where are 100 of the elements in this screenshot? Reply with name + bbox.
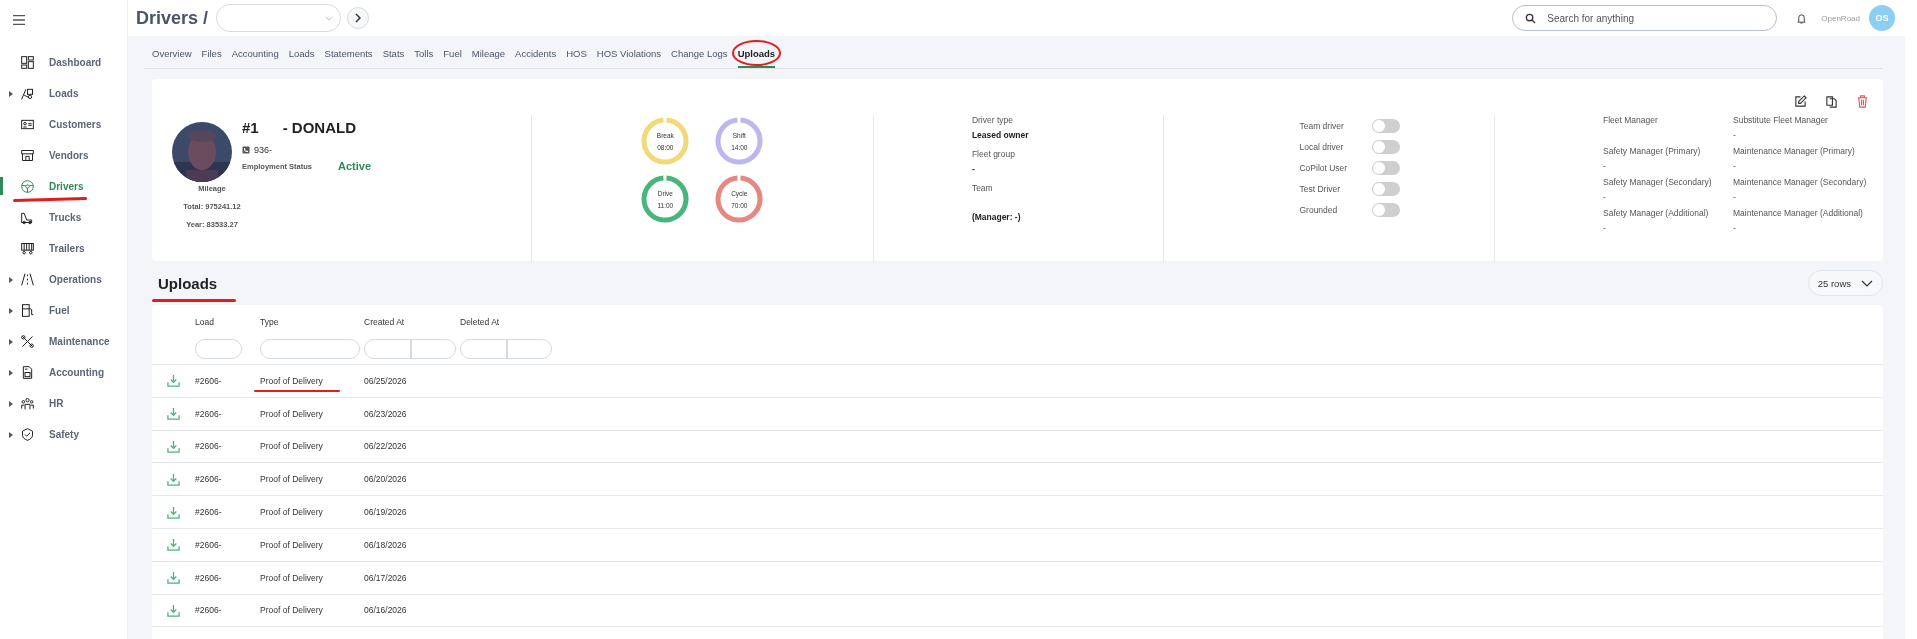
sidebar-item[interactable]: Loads bbox=[49, 88, 79, 99]
table-cell-text: #2606- bbox=[195, 539, 223, 550]
page-title: Drivers / bbox=[136, 7, 209, 29]
road-icon bbox=[20, 272, 35, 287]
table-cell-text: Proof of Delivery bbox=[260, 605, 324, 616]
download-icon[interactable] bbox=[167, 407, 180, 421]
tab[interactable]: Files bbox=[201, 48, 222, 68]
field-label: Fleet group bbox=[971, 149, 1016, 159]
tab[interactable]: Tolls bbox=[414, 48, 434, 68]
field-value: - bbox=[1733, 223, 1737, 233]
tab[interactable]: Uploads bbox=[737, 48, 776, 68]
sidebar-item[interactable]: Vendors bbox=[49, 150, 89, 161]
phone-number: 936- bbox=[254, 145, 272, 155]
filter-field[interactable] bbox=[260, 339, 360, 359]
tools-icon bbox=[20, 334, 35, 349]
status-value: Active bbox=[338, 160, 372, 172]
company-name: OpenRoad bbox=[1821, 13, 1860, 23]
field-label: Team bbox=[971, 183, 994, 193]
table-cell-text: Proof of Delivery bbox=[260, 539, 324, 550]
table-cell-text: #2606- bbox=[195, 375, 223, 386]
table-cell-text: #2606- bbox=[195, 441, 223, 452]
sidebar-item[interactable]: Maintenance bbox=[49, 336, 110, 347]
caret-icon[interactable] bbox=[9, 338, 13, 345]
download-icon[interactable] bbox=[167, 374, 180, 388]
table-cell-text: #2606- bbox=[195, 605, 223, 616]
storefront-icon bbox=[20, 148, 35, 163]
toggle-label: Test Driver bbox=[1299, 183, 1342, 194]
tab[interactable]: HOS bbox=[566, 48, 587, 68]
sidebar-item[interactable]: Customers bbox=[49, 119, 102, 130]
download-icon[interactable] bbox=[167, 440, 180, 453]
tab[interactable]: Accidents bbox=[515, 48, 557, 68]
bell-icon[interactable] bbox=[1796, 12, 1808, 24]
delete-icon[interactable] bbox=[1856, 95, 1869, 108]
sidebar-item[interactable]: Accounting bbox=[49, 367, 104, 378]
field-value: - bbox=[1733, 130, 1737, 140]
column-header: Created At bbox=[364, 317, 406, 327]
filter-field[interactable] bbox=[460, 339, 507, 359]
menu-icon[interactable] bbox=[12, 14, 26, 26]
filter-field[interactable] bbox=[195, 339, 242, 359]
steering-wheel-icon bbox=[20, 179, 35, 194]
tab[interactable]: HOS Violations bbox=[596, 48, 662, 68]
download-icon[interactable] bbox=[167, 505, 180, 519]
tab[interactable]: Statements bbox=[324, 48, 373, 68]
rows-dropdown[interactable]: 25 rows bbox=[1807, 270, 1883, 296]
table-cell-text: Proof of Delivery bbox=[260, 441, 324, 452]
download-icon[interactable] bbox=[167, 571, 180, 585]
caret-icon[interactable] bbox=[9, 431, 13, 438]
tab[interactable]: Stats bbox=[382, 48, 405, 68]
section-title: Uploads bbox=[158, 274, 218, 292]
copy-icon[interactable] bbox=[1825, 95, 1838, 108]
caret-icon[interactable] bbox=[9, 276, 13, 283]
caret-icon[interactable] bbox=[9, 307, 13, 314]
sidebar-item[interactable]: Dashboard bbox=[49, 57, 102, 68]
toggle-switch[interactable] bbox=[1372, 139, 1401, 154]
table-cell-text: #2606- bbox=[195, 474, 223, 485]
sidebar-item[interactable]: Drivers bbox=[49, 181, 84, 192]
caret-icon[interactable] bbox=[9, 400, 13, 407]
table-cell-text: 06/20/2026 bbox=[364, 474, 408, 485]
trailer-icon bbox=[20, 241, 35, 256]
table-cell-text: 06/16/2026 bbox=[364, 605, 408, 616]
filter-field[interactable] bbox=[364, 339, 411, 359]
caret-icon[interactable] bbox=[9, 369, 13, 376]
filter-field[interactable] bbox=[507, 339, 552, 359]
filter-field[interactable] bbox=[411, 339, 456, 359]
toggle-switch[interactable] bbox=[1372, 181, 1401, 196]
tab[interactable]: Loads bbox=[288, 48, 315, 68]
field-value: (Manager: -) bbox=[971, 212, 1022, 222]
sidebar-item[interactable]: Safety bbox=[49, 429, 79, 440]
table-cell-text: 06/25/2026 bbox=[364, 375, 408, 386]
tab[interactable]: Mileage bbox=[471, 48, 506, 68]
sidebar-item[interactable]: Operations bbox=[49, 274, 102, 285]
toggle-switch[interactable] bbox=[1372, 202, 1401, 217]
field-value: - bbox=[1603, 223, 1607, 233]
toggle-label: Grounded bbox=[1299, 204, 1339, 215]
toggle-label: CoPilot User bbox=[1299, 162, 1349, 173]
field-value: - bbox=[971, 164, 976, 174]
table-cell-text: 06/18/2026 bbox=[364, 539, 408, 550]
sidebar-item[interactable]: Trailers bbox=[49, 243, 85, 254]
caret-icon[interactable] bbox=[9, 90, 13, 97]
table-cell-text: #2606- bbox=[195, 507, 223, 518]
driver-number: #1 bbox=[242, 119, 259, 136]
download-icon[interactable] bbox=[167, 538, 180, 552]
toggle-switch[interactable] bbox=[1372, 160, 1401, 175]
toggle-switch[interactable] bbox=[1372, 118, 1401, 133]
field-value: - bbox=[1603, 192, 1607, 202]
sidebar-item[interactable]: HR bbox=[49, 398, 64, 409]
tab[interactable]: Fuel bbox=[443, 48, 462, 68]
download-icon[interactable] bbox=[167, 472, 180, 486]
fuel-pump-icon bbox=[20, 303, 35, 318]
download-icon[interactable] bbox=[167, 603, 180, 617]
truck-icon bbox=[20, 210, 35, 225]
next-button[interactable] bbox=[347, 7, 370, 29]
sidebar-item[interactable]: Fuel bbox=[49, 305, 70, 316]
table-cell: Proof of Delivery bbox=[260, 375, 364, 386]
edit-icon[interactable] bbox=[1794, 95, 1807, 108]
tab[interactable]: Change Logs bbox=[671, 48, 728, 68]
tab[interactable]: Accounting bbox=[231, 48, 279, 68]
sidebar-item[interactable]: Trucks bbox=[49, 212, 82, 223]
tab[interactable]: Overview bbox=[152, 48, 192, 68]
search-field[interactable]: Search for anything bbox=[1512, 5, 1778, 31]
